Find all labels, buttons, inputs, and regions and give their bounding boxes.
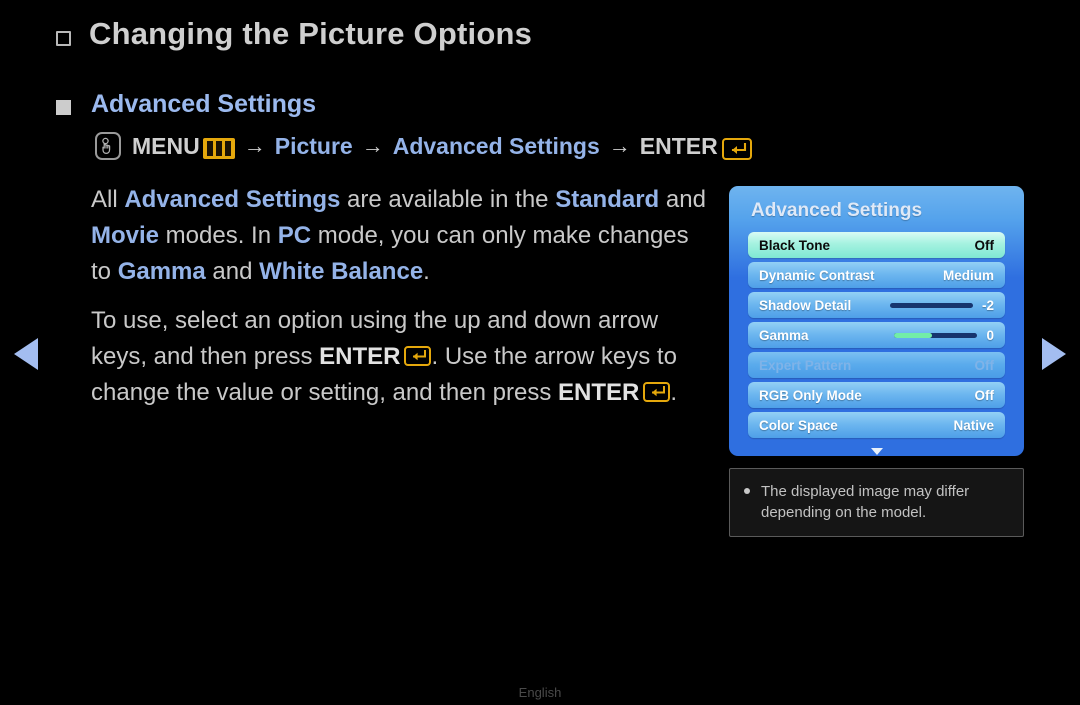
osd-row-label: Dynamic Contrast bbox=[759, 267, 875, 283]
menu-label: MENU bbox=[132, 132, 200, 159]
enter-key-icon bbox=[404, 346, 432, 366]
osd-row-right: -2 bbox=[889, 297, 994, 313]
osd-row-label: Expert Pattern bbox=[759, 357, 852, 373]
paragraph-availability: All Advanced Settings are available in t… bbox=[91, 182, 706, 290]
osd-row[interactable]: Color Space Native bbox=[748, 412, 1005, 438]
osd-row-value: Medium bbox=[942, 267, 994, 283]
osd-row-value: 0 bbox=[986, 327, 994, 343]
osd-row-slider[interactable] bbox=[889, 302, 973, 308]
p1-text-1: All bbox=[91, 186, 125, 213]
p1-term-pc: PC bbox=[277, 222, 312, 249]
menu-path-advanced-settings: Advanced Settings bbox=[392, 132, 600, 159]
p1-text-4: modes. In bbox=[159, 222, 278, 249]
p1-text-2: are available in the bbox=[340, 186, 556, 213]
note-box: The displayed image may differ depending… bbox=[729, 468, 1024, 537]
osd-title: Advanced Settings bbox=[751, 200, 923, 221]
osd-row-right: Native bbox=[953, 418, 994, 433]
tv-osd-panel: Advanced Settings Black Tone Off Dynamic C… bbox=[729, 186, 1024, 456]
section-bullet-icon bbox=[56, 100, 71, 115]
p1-text-6: and bbox=[205, 258, 260, 285]
footer-language: English bbox=[518, 685, 562, 700]
p2-term-enter-1: ENTER bbox=[319, 343, 401, 370]
osd-row-right: 0 bbox=[894, 328, 994, 343]
menu-path-enter: ENTER bbox=[639, 132, 718, 159]
p1-text-3: and bbox=[659, 186, 706, 213]
section-title: Advanced Settings bbox=[91, 90, 317, 118]
osd-row-label: Gamma bbox=[759, 327, 809, 343]
menu-path: MENU → Picture → Advanced Settings → ENT… bbox=[95, 132, 752, 160]
p1-term-advanced-settings: Advanced Settings bbox=[124, 186, 341, 213]
osd-menu-list: Black Tone Off Dynamic Contrast Medium Shado… bbox=[729, 232, 1024, 438]
bullet-dot-icon bbox=[744, 488, 750, 494]
path-arrow-2: → bbox=[361, 133, 384, 158]
osd-row-right: Off bbox=[975, 238, 995, 253]
osd-row-value: -2 bbox=[981, 297, 994, 313]
page-title: Changing the Picture Options bbox=[89, 16, 533, 51]
next-page-arrow[interactable] bbox=[1042, 338, 1066, 370]
osd-row-slider[interactable] bbox=[894, 332, 978, 338]
osd-row-value: Off bbox=[974, 237, 995, 253]
osd-row-label: RGB Only Mode bbox=[759, 387, 862, 403]
p1-term-movie: Movie bbox=[91, 222, 160, 249]
osd-row[interactable]: Black Tone Off bbox=[748, 232, 1005, 258]
previous-page-arrow[interactable] bbox=[14, 338, 38, 370]
osd-row[interactable]: RGB Only Mode Off bbox=[748, 382, 1005, 408]
osd-row[interactable]: Gamma 0 bbox=[748, 322, 1005, 348]
osd-row-right: Medium bbox=[943, 268, 994, 283]
p1-text-7: . bbox=[423, 258, 430, 285]
osd-row-value: Off bbox=[974, 357, 995, 373]
osd-row-label: Black Tone bbox=[759, 237, 831, 253]
osd-row[interactable]: Dynamic Contrast Medium bbox=[748, 262, 1005, 288]
enter-key-icon bbox=[721, 138, 752, 160]
page-title-row: Changing the Picture Options bbox=[56, 16, 532, 52]
osd-scroll-down[interactable] bbox=[729, 442, 1024, 456]
enter-key-icon bbox=[643, 382, 671, 402]
p1-term-gamma: Gamma bbox=[117, 258, 206, 285]
osd-row-value: Off bbox=[974, 387, 995, 403]
paragraph-instructions: To use, select an option using the up an… bbox=[91, 303, 706, 411]
osd-row: Expert Pattern Off bbox=[748, 352, 1005, 378]
osd-row-label: Shadow Detail bbox=[759, 297, 852, 313]
menu-path-picture: Picture bbox=[274, 132, 353, 159]
hand-press-icon bbox=[95, 132, 121, 160]
p2-text-3: . bbox=[670, 379, 677, 406]
osd-row-right: Off bbox=[975, 358, 995, 373]
menu-key-icon bbox=[202, 137, 235, 159]
note-text: The displayed image may differ depending… bbox=[761, 483, 970, 521]
p1-term-white-balance: White Balance bbox=[259, 258, 424, 285]
osd-row[interactable]: Shadow Detail -2 bbox=[748, 292, 1005, 318]
p1-term-standard: Standard bbox=[555, 186, 660, 213]
path-arrow-1: → bbox=[243, 133, 266, 158]
osd-row-value: Native bbox=[953, 417, 994, 433]
osd-row-label: Color Space bbox=[759, 417, 838, 433]
title-bullet-icon bbox=[56, 30, 71, 46]
path-arrow-3: → bbox=[608, 133, 631, 158]
p2-term-enter-2: ENTER bbox=[557, 379, 640, 406]
section-heading-row: Advanced Settings bbox=[56, 90, 316, 119]
osd-row-right: Off bbox=[975, 388, 995, 403]
chevron-down-icon bbox=[870, 448, 883, 455]
